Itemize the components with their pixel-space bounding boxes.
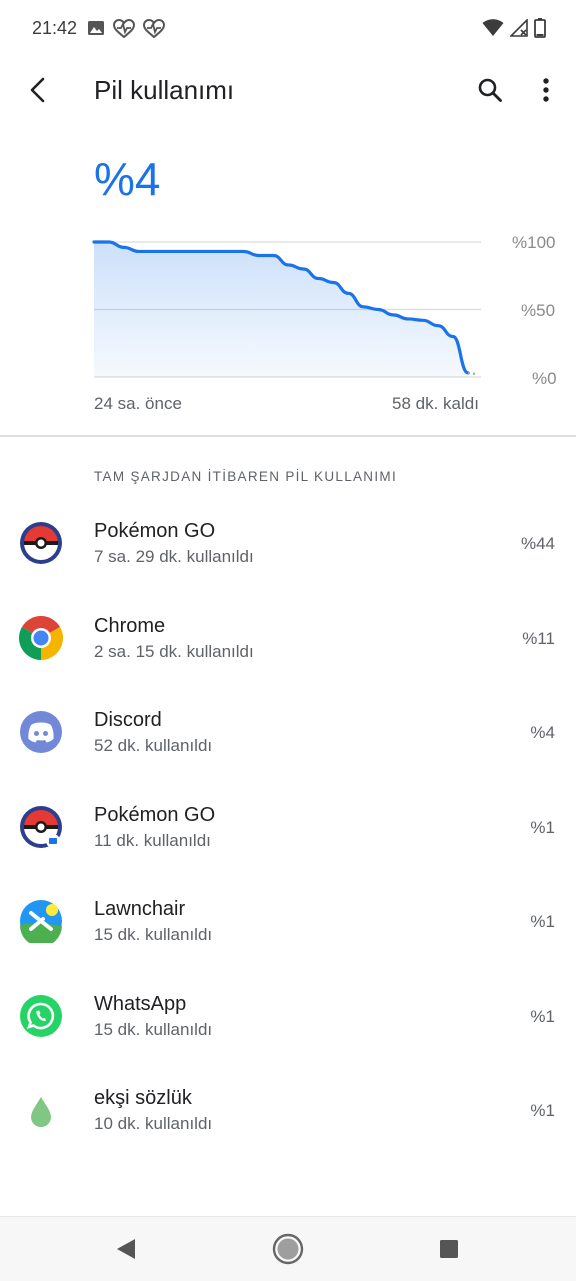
app-usage: 15 dk. kullanıldı bbox=[94, 925, 213, 944]
app-row-lawnchair[interactable]: Lawnchair 15 dk. kullanıldı %1 bbox=[0, 875, 576, 969]
status-system-icons bbox=[482, 18, 546, 38]
battery-chart: %100 %50 %0 bbox=[0, 228, 576, 408]
app-row-pokemon-go[interactable]: Pokémon GO 7 sa. 29 dk. kullanıldı %44 bbox=[0, 497, 576, 591]
more-vert-icon bbox=[543, 78, 549, 102]
page-title: Pil kullanımı bbox=[94, 75, 235, 105]
app-percent: %1 bbox=[530, 912, 555, 931]
y-tick-50: %50 bbox=[521, 301, 556, 320]
more-options-button[interactable] bbox=[528, 72, 564, 108]
app-percent: %4 bbox=[530, 723, 555, 742]
battery-chart-svg bbox=[92, 240, 481, 378]
app-name: ekşi sözlük bbox=[94, 1087, 192, 1109]
nav-home-button[interactable] bbox=[270, 1231, 306, 1267]
app-name: Pokémon GO bbox=[94, 520, 216, 542]
status-time: 21:42 bbox=[32, 18, 78, 38]
nav-recents-button[interactable] bbox=[431, 1231, 467, 1267]
y-tick-0: %0 bbox=[532, 369, 557, 388]
app-percent: %1 bbox=[530, 1101, 555, 1120]
x-start-label: 24 sa. önce bbox=[94, 394, 182, 413]
app-row-eksi-sozluk[interactable]: ekşi sözlük 10 dk. kullanıldı %1 bbox=[0, 1064, 576, 1158]
eksi-sozluk-icon bbox=[31, 1097, 51, 1127]
nav-back-icon bbox=[117, 1239, 135, 1259]
chrome-icon bbox=[19, 616, 63, 660]
app-row-chrome[interactable]: Chrome 2 sa. 15 dk. kullanıldı %11 bbox=[0, 592, 576, 686]
navigation-bar bbox=[0, 1216, 576, 1281]
heart-monitor-icon bbox=[143, 19, 165, 39]
y-tick-100: %100 bbox=[512, 233, 556, 252]
image-icon bbox=[88, 21, 104, 35]
pokeball-icon bbox=[20, 522, 62, 564]
app-name: WhatsApp bbox=[94, 993, 187, 1015]
app-usage: 10 dk. kullanıldı bbox=[94, 1114, 213, 1133]
signal-icon bbox=[510, 19, 528, 37]
divider bbox=[0, 435, 576, 437]
lawnchair-icon bbox=[19, 900, 62, 943]
back-button[interactable] bbox=[20, 72, 56, 108]
nav-recents-icon bbox=[440, 1240, 458, 1258]
status-notification-icons bbox=[87, 19, 165, 39]
app-usage: 7 sa. 29 dk. kullanıldı bbox=[94, 547, 254, 566]
app-row-whatsapp[interactable]: WhatsApp 15 dk. kullanıldı %1 bbox=[0, 970, 576, 1064]
app-name: Discord bbox=[94, 709, 162, 731]
battery-icon bbox=[534, 18, 546, 38]
app-name: Chrome bbox=[94, 615, 166, 637]
app-percent: %44 bbox=[520, 534, 555, 553]
whatsapp-icon bbox=[20, 995, 62, 1037]
status-bar: 21:42 bbox=[0, 0, 576, 58]
wifi-icon bbox=[482, 19, 504, 36]
app-row-pokemon-go-work[interactable]: Pokémon GO 11 dk. kullanıldı %1 bbox=[0, 781, 576, 875]
x-end-label: 58 dk. kaldı bbox=[392, 394, 479, 413]
battery-projection bbox=[467, 371, 479, 376]
app-percent: %1 bbox=[530, 1007, 555, 1026]
back-arrow-icon bbox=[30, 77, 45, 103]
app-bar: Pil kullanımı bbox=[0, 58, 576, 122]
app-name: Pokémon GO bbox=[94, 804, 216, 826]
app-row-discord[interactable]: Discord 52 dk. kullanıldı %4 bbox=[0, 686, 576, 780]
heart-monitor-icon bbox=[113, 19, 135, 39]
app-usage: 2 sa. 15 dk. kullanıldı bbox=[94, 642, 254, 661]
app-usage: 52 dk. kullanıldı bbox=[94, 736, 213, 755]
nav-back-button[interactable] bbox=[108, 1231, 144, 1267]
section-header: TAM ŞARJDAN İTİBAREN PİL KULLANIMI bbox=[94, 469, 398, 484]
app-percent: %1 bbox=[530, 818, 555, 837]
app-usage: 15 dk. kullanıldı bbox=[94, 1020, 213, 1039]
search-button[interactable] bbox=[472, 72, 508, 108]
battery-level: %4 bbox=[94, 153, 161, 205]
app-percent: %11 bbox=[522, 629, 555, 648]
discord-icon bbox=[20, 711, 62, 753]
nav-home-icon bbox=[272, 1233, 304, 1265]
pokeball-work-icon bbox=[20, 806, 62, 848]
app-usage: 11 dk. kullanıldı bbox=[94, 831, 211, 850]
search-icon bbox=[478, 78, 502, 102]
app-name: Lawnchair bbox=[94, 898, 186, 920]
